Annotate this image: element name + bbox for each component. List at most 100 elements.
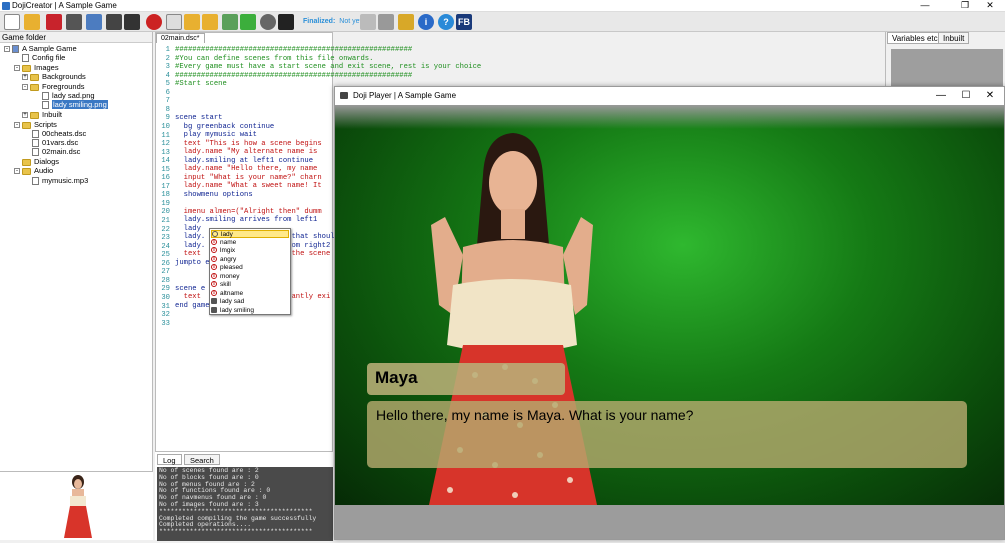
- image-preview: [0, 471, 153, 540]
- gear-icon[interactable]: [260, 14, 276, 30]
- autocomplete-item[interactable]: x money: [211, 273, 289, 281]
- speaker-name: Maya: [375, 368, 418, 387]
- gears-icon[interactable]: [378, 14, 394, 30]
- autocomplete-popup[interactable]: lady x name x lmgix x angry x pleased x money…: [209, 228, 291, 315]
- folder-icon[interactable]: [184, 14, 200, 30]
- code-line-22: lady: [175, 225, 201, 233]
- autocomplete-item[interactable]: x name: [211, 239, 289, 247]
- line-number: 11: [161, 131, 170, 140]
- autocomplete-item[interactable]: x skill: [211, 281, 289, 289]
- close-button[interactable]: ✕: [975, 0, 1005, 12]
- calendar-icon[interactable]: [240, 14, 256, 30]
- autocomplete-item[interactable]: x pleased: [211, 264, 289, 272]
- autocomplete-item[interactable]: lady sad: [211, 298, 289, 306]
- tree-item-foregrounds[interactable]: - Foregrounds: [22, 82, 85, 91]
- help-icon[interactable]: ?: [438, 14, 454, 30]
- expand-icon[interactable]: +: [22, 74, 28, 81]
- collapse-icon[interactable]: -: [4, 46, 10, 53]
- code-line-31: end game: [175, 302, 210, 310]
- folder-icon: [30, 73, 39, 81]
- character-preview-image: [64, 475, 92, 538]
- tab-search[interactable]: Search: [184, 454, 220, 465]
- minimize-button[interactable]: —: [910, 0, 940, 12]
- script-file-icon: [32, 139, 39, 148]
- save-all-icon[interactable]: [66, 14, 82, 30]
- game-folder-header: Game folder: [0, 32, 152, 43]
- player-close-button[interactable]: ✕: [979, 90, 1001, 101]
- info-icon[interactable]: i: [418, 14, 434, 30]
- tree-item-00cheats[interactable]: 00cheats.dsc: [32, 129, 86, 139]
- line-number: 13: [161, 148, 170, 157]
- tree-item-scripts[interactable]: - Scripts: [14, 120, 57, 129]
- player-minimize-button[interactable]: —: [930, 90, 952, 101]
- tab-variables[interactable]: Variables etc: [887, 32, 943, 44]
- tree-item-config[interactable]: Config file: [22, 53, 65, 63]
- people-icon[interactable]: [124, 14, 140, 30]
- save-icon[interactable]: [46, 14, 62, 30]
- collapse-icon[interactable]: -: [14, 168, 20, 175]
- tree-item-lady-smiling[interactable]: lady smiling.png: [42, 100, 108, 110]
- tree-item-mymusic[interactable]: mymusic.mp3: [32, 176, 88, 186]
- autocomplete-item[interactable]: x altname: [211, 290, 289, 298]
- tree-item-01vars[interactable]: 01vars.dsc: [32, 138, 78, 148]
- player-titlebar: Doji Player | A Sample Game — ☐ ✕: [335, 87, 1004, 105]
- collapse-icon[interactable]: -: [22, 84, 28, 91]
- tree-item-inbuilt[interactable]: + Inbuilt: [22, 110, 62, 119]
- app-title: DojiCreator | A Sample Game: [12, 1, 117, 10]
- expand-icon[interactable]: +: [22, 112, 28, 119]
- line-number: 33: [161, 319, 170, 328]
- line-number: 5: [165, 80, 170, 89]
- code-line-16: input "What is your name?" charn: [175, 174, 322, 182]
- line-number: 9: [165, 114, 170, 123]
- image-icon[interactable]: [166, 14, 182, 30]
- autocomplete-item[interactable]: lady smiling: [211, 307, 289, 315]
- code-line-21: lady.smiling arrives from left1: [175, 216, 318, 224]
- line-number: 32: [161, 311, 170, 320]
- folder-icon: [22, 158, 31, 166]
- game-stage[interactable]: Maya Hello there, my name is Maya. What …: [335, 105, 1004, 505]
- add-script-icon[interactable]: [222, 14, 238, 30]
- tree-item-audio[interactable]: - Audio: [14, 166, 53, 175]
- collapse-icon[interactable]: -: [14, 122, 20, 129]
- tree-item-images[interactable]: - Images: [14, 63, 59, 72]
- autocomplete-item[interactable]: lady: [211, 230, 289, 239]
- main-toolbar: Finalized: Not yet i ? FB: [0, 12, 1005, 32]
- open-folder-icon[interactable]: [24, 14, 40, 30]
- line-number: 23: [161, 234, 170, 243]
- tree-item-backgrounds[interactable]: + Backgrounds: [22, 72, 86, 81]
- script-file-icon: [32, 148, 39, 157]
- line-number: 7: [165, 97, 170, 106]
- code-line-26: jumpto e: [175, 259, 210, 267]
- finalized-status: Finalized: Not yet: [303, 18, 362, 25]
- autocomplete-item[interactable]: x angry: [211, 256, 289, 264]
- monitor-icon[interactable]: [278, 14, 294, 30]
- autocomplete-item[interactable]: x lmgix: [211, 247, 289, 255]
- app-icon: [2, 2, 10, 10]
- player-bottom-bar: [335, 505, 1004, 539]
- new-file-icon[interactable]: [4, 14, 20, 30]
- play-icon[interactable]: [360, 14, 376, 30]
- dialog-box[interactable]: Hello there, my name is Maya. What is yo…: [367, 401, 967, 468]
- line-number: 16: [161, 174, 170, 183]
- player-icon: [340, 92, 348, 99]
- facebook-icon[interactable]: FB: [456, 14, 472, 30]
- tab-inbuilt[interactable]: Inbuilt: [938, 32, 970, 44]
- tree-item-lady-sad[interactable]: lady sad.png: [42, 91, 95, 101]
- record-icon[interactable]: [146, 14, 162, 30]
- folder-add-icon[interactable]: [202, 14, 218, 30]
- tab-02main[interactable]: 02main.dsc*: [156, 33, 205, 43]
- collapse-icon[interactable]: -: [14, 65, 20, 72]
- tree-item-dialogs[interactable]: Dialogs: [22, 157, 59, 166]
- player-maximize-button[interactable]: ☐: [955, 90, 977, 101]
- code-line-10: bg greenback continue: [175, 123, 275, 131]
- tab-log[interactable]: Log: [157, 454, 182, 465]
- document-icon[interactable]: [86, 14, 102, 30]
- tree-item-root[interactable]: -A Sample Game: [4, 44, 77, 54]
- character-icon[interactable]: [106, 14, 122, 30]
- variable-icon: x: [211, 281, 217, 288]
- line-number: 31: [161, 302, 170, 311]
- line-number: 6: [165, 88, 170, 97]
- variable-icon: x: [211, 289, 217, 296]
- keyboard-icon[interactable]: [398, 14, 414, 30]
- tree-item-02main[interactable]: 02main.dsc: [32, 147, 80, 157]
